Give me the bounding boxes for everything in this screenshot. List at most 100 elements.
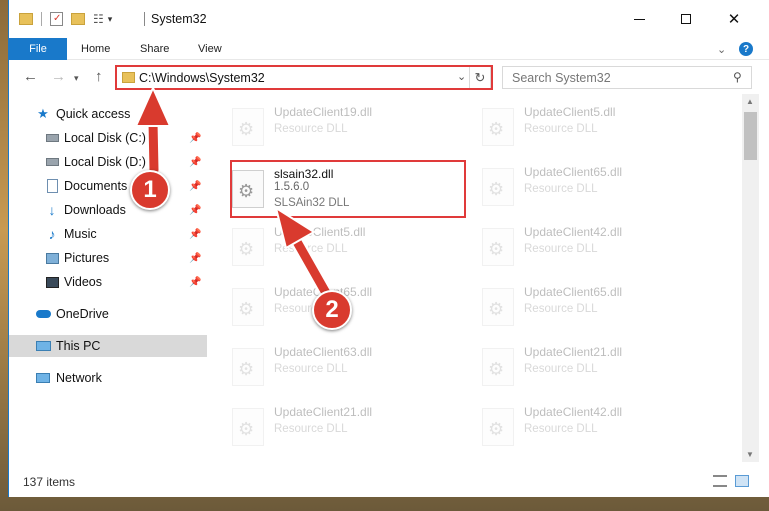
close-icon: ✕ xyxy=(727,11,741,28)
search-icon: ⚲ xyxy=(733,70,742,84)
title-separator xyxy=(144,12,145,26)
file-tile[interactable]: ⚙ UpdateClient42.dll Resource DLL xyxy=(471,400,696,452)
file-tile[interactable]: ⚙ UpdateClient65.dll Resource DLL xyxy=(471,160,696,212)
gear-icon: ⚙ xyxy=(488,419,505,439)
file-type: Resource DLL xyxy=(524,363,598,375)
file-type: Resource DLL xyxy=(524,243,598,255)
sidebar-item-label: Quick access xyxy=(56,107,131,121)
ribbon-expand-button[interactable]: ⌄ xyxy=(717,41,726,57)
forward-arrow-icon: → xyxy=(51,68,66,85)
dll-file-icon: ⚙ xyxy=(482,408,514,446)
file-tile[interactable]: ⚙ UpdateClient42.dll Resource DLL xyxy=(471,220,696,272)
details-view-icon xyxy=(713,475,727,487)
file-name: UpdateClient19.dll xyxy=(274,105,373,119)
sidebar-item-documents[interactable]: Documents 📌 xyxy=(9,175,207,197)
dll-file-icon: ⚙ xyxy=(232,228,264,266)
file-list: ⚙ UpdateClient19.dll Resource DLL ⚙ slsa… xyxy=(207,94,742,462)
computer-icon xyxy=(35,338,51,354)
sidebar-item-label: Local Disk (C:) xyxy=(64,131,146,145)
explorer-window: ✓ ☷ ▾ System32 ✕ File Home Share View ⌄ … xyxy=(8,0,769,497)
search-input[interactable]: Search System32 xyxy=(512,71,611,85)
customize-dropdown-icon[interactable]: ▾ xyxy=(108,14,113,25)
file-name: UpdateClient65.dll xyxy=(524,285,623,299)
minimize-button[interactable] xyxy=(628,8,650,30)
file-tile[interactable]: ⚙ UpdateClient21.dll Resource DLL xyxy=(221,400,446,452)
drive-icon xyxy=(44,154,60,170)
sidebar-item-label: This PC xyxy=(56,339,101,353)
dll-file-icon: ⚙ xyxy=(482,108,514,146)
help-button[interactable]: ? xyxy=(739,41,753,57)
sidebar-item-quick-access[interactable]: ★ Quick access xyxy=(9,103,207,125)
file-tile[interactable]: ⚙ UpdateClient19.dll Resource DLL xyxy=(221,100,446,152)
gear-icon: ⚙ xyxy=(238,419,255,439)
file-tile[interactable]: ⚙ UpdateClient5.dll Resource DLL xyxy=(471,100,696,152)
search-box[interactable]: Search System32 ⚲ xyxy=(502,66,752,89)
navigation-pane: ★ Quick access Local Disk (C:) 📌 Local D… xyxy=(9,94,207,462)
tab-file[interactable]: File xyxy=(9,38,67,60)
scroll-up-icon[interactable]: ▲ xyxy=(746,97,754,106)
up-button[interactable]: ↑ xyxy=(95,68,103,85)
dll-file-icon: ⚙ xyxy=(482,228,514,266)
gear-icon: ⚙ xyxy=(488,239,505,259)
title-bar: ✓ ☷ ▾ System32 ✕ xyxy=(9,0,769,38)
scrollbar-thumb[interactable] xyxy=(744,112,757,160)
pictures-icon xyxy=(44,250,60,266)
file-name: UpdateClient42.dll xyxy=(524,405,623,419)
sidebar-item-local-disk-d[interactable]: Local Disk (D:) 📌 xyxy=(9,151,207,173)
view-options-icon[interactable]: ☷ xyxy=(93,12,104,26)
sidebar-item-label: Network xyxy=(56,371,102,385)
sidebar-item-downloads[interactable]: ↓ Downloads 📌 xyxy=(9,199,207,221)
back-button[interactable]: ← xyxy=(23,68,38,85)
properties-icon[interactable]: ✓ xyxy=(50,12,63,26)
tab-view[interactable]: View xyxy=(198,38,222,60)
file-tile[interactable]: ⚙ UpdateClient21.dll Resource DLL xyxy=(471,340,696,392)
dll-file-icon: ⚙ xyxy=(482,348,514,386)
large-icons-view-button[interactable] xyxy=(735,475,751,489)
sidebar-item-onedrive[interactable]: OneDrive xyxy=(9,303,207,325)
folder-icon[interactable] xyxy=(19,13,33,25)
pin-icon: 📌 xyxy=(189,204,202,216)
gear-icon: ⚙ xyxy=(238,119,255,139)
file-type: Resource DLL xyxy=(274,243,348,255)
dll-file-icon: ⚙ xyxy=(232,108,264,146)
vertical-scrollbar[interactable]: ▲ ▼ xyxy=(742,94,759,462)
dll-file-icon: ⚙ xyxy=(232,408,264,446)
dll-file-icon: ⚙ xyxy=(482,168,514,206)
file-name: UpdateClient42.dll xyxy=(524,225,623,239)
scroll-down-icon[interactable]: ▼ xyxy=(746,450,754,459)
gear-icon: ⚙ xyxy=(488,119,505,139)
file-tile[interactable]: ⚙ UpdateClient63.dll Resource DLL xyxy=(221,340,446,392)
sidebar-item-local-disk-c[interactable]: Local Disk (C:) 📌 xyxy=(9,127,207,149)
sidebar-item-label: Documents xyxy=(64,179,128,193)
close-button[interactable]: ✕ xyxy=(723,8,745,30)
minimize-icon xyxy=(633,18,645,20)
maximize-button[interactable] xyxy=(675,8,697,30)
quick-access-toolbar: ✓ ☷ ▾ xyxy=(19,9,112,29)
file-tile[interactable]: ⚙ UpdateClient5.dll Resource DLL xyxy=(221,220,446,272)
step-badge-2: 2 xyxy=(312,290,352,330)
file-name: UpdateClient21.dll xyxy=(524,345,623,359)
forward-button[interactable]: → xyxy=(51,68,66,85)
sidebar-item-label: Downloads xyxy=(64,203,126,217)
sidebar-item-network[interactable]: Network xyxy=(9,367,207,389)
new-folder-icon[interactable] xyxy=(71,13,85,25)
tab-home[interactable]: Home xyxy=(81,38,110,60)
videos-icon xyxy=(44,274,60,290)
chevron-down-icon: ▾ xyxy=(74,73,79,83)
tab-share[interactable]: Share xyxy=(140,38,169,60)
window-title: System32 xyxy=(151,12,207,26)
details-view-button[interactable] xyxy=(713,475,729,489)
sidebar-item-videos[interactable]: Videos 📌 xyxy=(9,271,207,293)
file-type: Resource DLL xyxy=(274,123,348,135)
file-tile[interactable]: ⚙ UpdateClient65.dll Resource DLL xyxy=(471,280,696,332)
sidebar-item-pictures[interactable]: Pictures 📌 xyxy=(9,247,207,269)
sidebar-item-music[interactable]: ♪ Music 📌 xyxy=(9,223,207,245)
dll-file-icon: ⚙ xyxy=(232,348,264,386)
sidebar-item-label: Local Disk (D:) xyxy=(64,155,146,169)
file-highlight-box xyxy=(230,160,466,218)
pin-icon: 📌 xyxy=(189,132,202,144)
sidebar-item-this-pc[interactable]: This PC xyxy=(9,335,207,357)
file-type: Resource DLL xyxy=(524,183,598,195)
gear-icon: ⚙ xyxy=(238,359,255,379)
recent-locations-button[interactable]: ▾ xyxy=(74,73,79,84)
